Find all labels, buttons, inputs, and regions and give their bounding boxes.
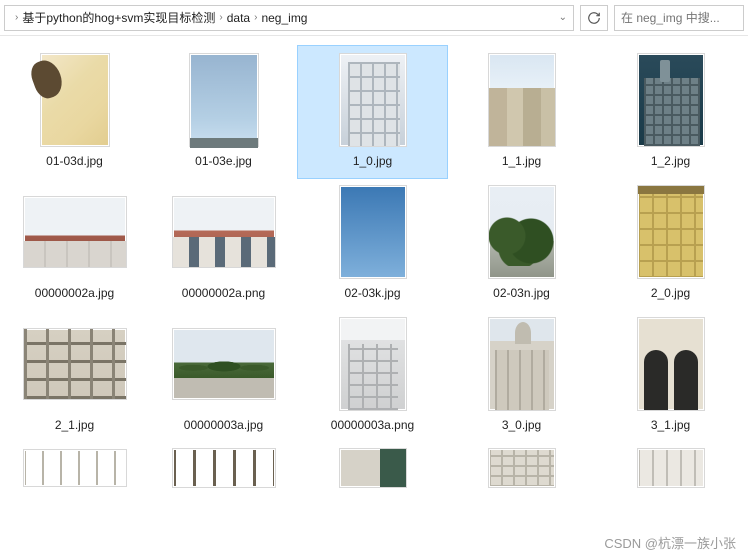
file-label: 2_0.jpg xyxy=(651,286,690,300)
chevron-down-icon[interactable]: ⌄ xyxy=(559,12,567,23)
file-thumbnail xyxy=(470,52,574,148)
file-label: 02-03n.jpg xyxy=(493,286,550,300)
file-item[interactable]: 1_1.jpg xyxy=(447,46,596,178)
file-label: 2_1.jpg xyxy=(55,418,94,432)
file-thumbnail xyxy=(619,316,723,412)
breadcrumb-item[interactable]: data xyxy=(227,11,250,25)
file-thumbnail xyxy=(321,448,425,488)
file-item[interactable]: 02-03n.jpg xyxy=(447,178,596,310)
file-thumbnail xyxy=(470,448,574,488)
file-item[interactable]: 2_1.jpg xyxy=(0,310,149,442)
watermark: CSDN @杭漂一族小张 xyxy=(604,533,736,552)
file-item[interactable]: 2_0.jpg xyxy=(596,178,745,310)
file-thumbnail xyxy=(619,52,723,148)
file-label: 00000003a.jpg xyxy=(184,418,263,432)
file-label: 00000003a.png xyxy=(331,418,414,432)
file-label: 3_0.jpg xyxy=(502,418,541,432)
file-label: 02-03k.jpg xyxy=(344,286,400,300)
file-item[interactable]: 3_0.jpg xyxy=(447,310,596,442)
file-thumbnail xyxy=(23,448,127,488)
breadcrumb[interactable]: › 基于python的hog+svm实现目标检测 › data › neg_im… xyxy=(4,5,574,31)
breadcrumb-item[interactable]: 基于python的hog+svm实现目标检测 xyxy=(22,9,215,26)
search-box[interactable] xyxy=(614,5,744,31)
file-item[interactable]: 01-03e.jpg xyxy=(149,46,298,178)
file-thumbnail xyxy=(172,448,276,488)
file-label: 1_0.jpg xyxy=(353,154,392,168)
file-thumbnail xyxy=(23,316,127,412)
file-item[interactable]: 3_1.jpg xyxy=(596,310,745,442)
file-item[interactable] xyxy=(596,442,745,498)
file-item[interactable] xyxy=(447,442,596,498)
file-label: 01-03d.jpg xyxy=(46,154,103,168)
chevron-right-icon: › xyxy=(15,12,18,23)
file-item[interactable]: 1_0.jpg xyxy=(298,46,447,178)
file-thumbnail xyxy=(321,52,425,148)
file-item[interactable]: 00000002a.png xyxy=(149,178,298,310)
chevron-right-icon: › xyxy=(254,12,257,23)
file-item[interactable]: 00000003a.jpg xyxy=(149,310,298,442)
file-item[interactable] xyxy=(149,442,298,498)
file-item[interactable] xyxy=(0,442,149,498)
file-label: 3_1.jpg xyxy=(651,418,690,432)
file-thumbnail xyxy=(619,448,723,488)
file-thumbnail xyxy=(172,316,276,412)
file-thumbnail xyxy=(321,184,425,280)
file-label: 1_2.jpg xyxy=(651,154,690,168)
file-thumbnail xyxy=(619,184,723,280)
file-label: 01-03e.jpg xyxy=(195,154,252,168)
file-grid: 01-03d.jpg 01-03e.jpg 1_0.jpg 1_1.jpg 1_2.jp… xyxy=(0,36,748,498)
file-label: 00000002a.png xyxy=(182,286,265,300)
file-item[interactable] xyxy=(298,442,447,498)
file-thumbnail xyxy=(470,184,574,280)
file-label: 00000002a.jpg xyxy=(35,286,114,300)
search-input[interactable] xyxy=(621,11,737,25)
chevron-right-icon: › xyxy=(219,12,222,23)
toolbar: › 基于python的hog+svm实现目标检测 › data › neg_im… xyxy=(0,0,748,36)
file-thumbnail xyxy=(23,184,127,280)
file-thumbnail xyxy=(321,316,425,412)
refresh-button[interactable] xyxy=(580,5,608,31)
file-item[interactable]: 00000002a.jpg xyxy=(0,178,149,310)
file-thumbnail xyxy=(23,52,127,148)
file-item[interactable]: 01-03d.jpg xyxy=(0,46,149,178)
refresh-icon xyxy=(587,11,601,25)
file-item[interactable]: 00000003a.png xyxy=(298,310,447,442)
breadcrumb-item[interactable]: neg_img xyxy=(261,11,307,25)
file-item[interactable]: 02-03k.jpg xyxy=(298,178,447,310)
file-item[interactable]: 1_2.jpg xyxy=(596,46,745,178)
file-thumbnail xyxy=(470,316,574,412)
file-label: 1_1.jpg xyxy=(502,154,541,168)
file-thumbnail xyxy=(172,52,276,148)
file-thumbnail xyxy=(172,184,276,280)
